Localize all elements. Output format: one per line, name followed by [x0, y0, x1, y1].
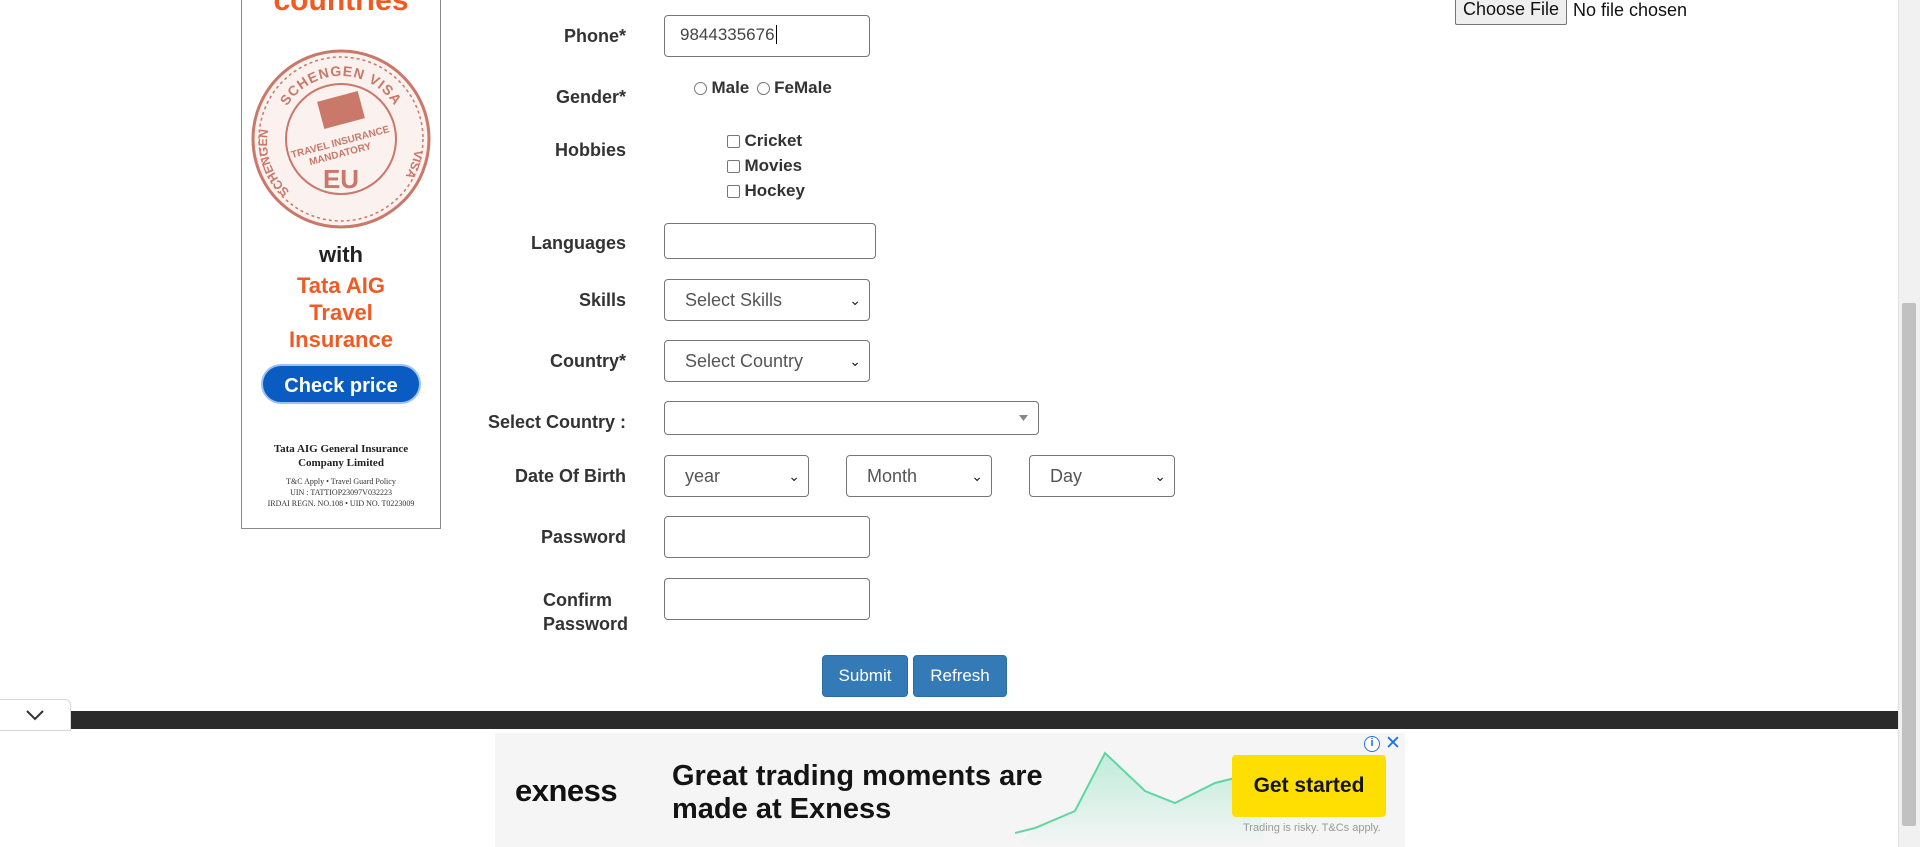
languages-input[interactable]	[664, 223, 876, 259]
chevron-down-icon: ⌄	[1154, 468, 1166, 484]
hobby-cricket-checkbox[interactable]	[727, 134, 740, 148]
ad-with-text: with	[319, 242, 363, 267]
exness-logo: exness	[515, 773, 618, 808]
phone-input[interactable]: 9844335676	[664, 15, 870, 57]
close-icon[interactable]: ✕	[1385, 732, 1401, 755]
ad-fine-print: T&C Apply • Travel Guard Policy UIN : TA…	[242, 476, 440, 509]
select-country-combobox[interactable]	[664, 401, 1039, 435]
ad-fine-line: T&C Apply • Travel Guard Policy	[286, 477, 396, 486]
ad-collapse-button[interactable]	[0, 699, 71, 731]
ad-brand-text: Tata AIG Travel Insurance	[289, 273, 393, 352]
country-select[interactable]: Select Country ⌄	[664, 340, 870, 382]
hobby-cricket: Cricket	[727, 131, 802, 151]
confirm-password-label-line: Confirm	[543, 590, 612, 610]
svg-text:EU: EU	[323, 164, 359, 194]
chevron-down-icon: ⌄	[849, 353, 861, 369]
ad-fine-line: IRDAI REGN. NO.108 • UID NO. T0223009	[267, 499, 415, 508]
scrollbar-thumb[interactable]	[1902, 303, 1916, 826]
chevron-down-icon	[26, 710, 44, 721]
country-label: Country*	[550, 351, 626, 371]
hobby-hockey-checkbox[interactable]	[727, 184, 740, 198]
get-started-button[interactable]: Get started	[1232, 755, 1386, 817]
dob-month-selected: Month	[867, 466, 918, 486]
chevron-down-icon: ⌄	[849, 292, 861, 308]
password-input[interactable]	[664, 516, 870, 558]
dob-year-select[interactable]: year ⌄	[664, 455, 809, 497]
hobby-hockey-label: Hockey	[744, 181, 805, 200]
select-country-label: Select Country :	[487, 412, 626, 432]
info-icon[interactable]: i	[1364, 736, 1380, 752]
dob-month-select[interactable]: Month ⌄	[846, 455, 992, 497]
schengen-seal-icon: SCHENGEN VISA SCHENGEN VISA TRAVEL INSUR…	[251, 49, 431, 229]
file-status-text: No file chosen	[1573, 0, 1688, 20]
phone-value: 9844335676	[680, 25, 775, 44]
gender-female-radio[interactable]	[756, 81, 770, 95]
ad-fine-line: UIN : TATTIOP23097V032223	[290, 488, 392, 497]
confirm-password-input[interactable]	[664, 578, 870, 620]
chevron-down-icon: ⌄	[788, 468, 800, 484]
chevron-down-icon: ⌄	[971, 468, 983, 484]
submit-button[interactable]: Submit	[822, 655, 908, 697]
hobby-movies-label: Movies	[744, 156, 803, 175]
confirm-password-label: Confirm Password	[426, 588, 629, 636]
dob-day-select[interactable]: Day ⌄	[1029, 455, 1175, 497]
languages-label: Languages	[530, 233, 626, 253]
caret-down-icon	[1019, 415, 1028, 421]
gender-male-radio[interactable]	[694, 81, 707, 95]
dob-year-selected: year	[685, 466, 721, 486]
site-footer	[71, 711, 1898, 729]
phone-label: Phone*	[563, 26, 626, 46]
hobby-cricket-label: Cricket	[744, 131, 803, 150]
hobby-movies-checkbox[interactable]	[727, 159, 740, 173]
exness-banner-ad[interactable]: exness Great trading moments are made at…	[495, 733, 1405, 847]
password-label: Password	[540, 527, 626, 547]
gender-female-label: FeMale	[774, 78, 832, 97]
ad-company-name: Tata AIG General Insurance Company Limite…	[273, 443, 409, 469]
hobbies-label: Hobbies	[554, 140, 626, 160]
banner-headline: Great trading moments are made at Exness	[672, 760, 1043, 825]
check-price-button[interactable]: Check price	[261, 364, 421, 404]
text-cursor	[775, 25, 777, 44]
choose-file-button[interactable]: Choose File	[1455, 0, 1567, 25]
gender-radio-group: Male FeMale	[694, 78, 832, 98]
hobby-hockey: Hockey	[727, 181, 805, 201]
refresh-button[interactable]: Refresh	[913, 655, 1007, 697]
country-selected: Select Country	[685, 351, 804, 371]
confirm-password-label-line: Password	[543, 614, 629, 634]
dob-day-selected: Day	[1050, 466, 1083, 486]
hobby-movies: Movies	[727, 156, 802, 176]
dob-label: Date Of Birth	[514, 466, 626, 486]
ad-countries-text: countries	[273, 0, 409, 17]
gender-label: Gender*	[555, 87, 626, 107]
skills-label: Skills	[578, 290, 626, 310]
gender-male-label: Male	[711, 78, 750, 97]
tata-aig-ad[interactable]: countries SCHENGEN VISA SCHENGEN VISA TR…	[241, 0, 441, 529]
skills-select[interactable]: Select Skills ⌄	[664, 279, 870, 321]
skills-selected: Select Skills	[685, 290, 783, 310]
banner-risk-note: Trading is risky. T&Cs apply.	[1243, 822, 1381, 834]
